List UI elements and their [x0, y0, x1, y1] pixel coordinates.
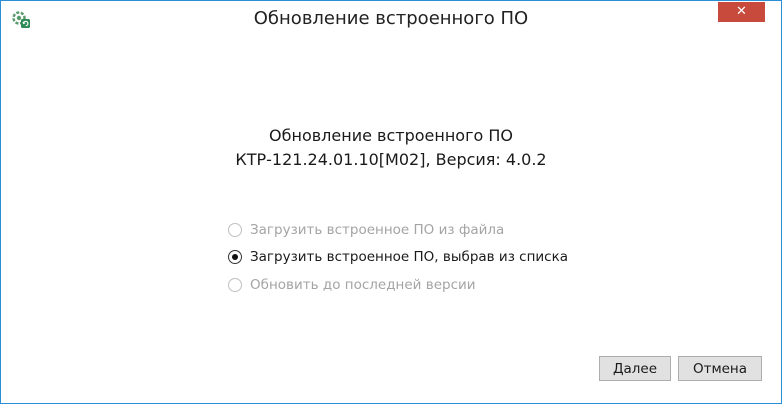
device-version: КТР-121.24.01.10[M02], Версия: 4.0.2	[235, 150, 547, 169]
next-button[interactable]: Далее	[599, 356, 671, 381]
dialog-content: Обновление встроенного ПО КТР-121.24.01.…	[1, 36, 781, 403]
close-icon: ✕	[736, 4, 747, 19]
option-label-load-from-file: Загрузить встроенное ПО из файла	[250, 222, 505, 238]
option-load-from-list[interactable]: Загрузить встроенное ПО, выбрав из списк…	[228, 248, 568, 266]
option-load-from-file[interactable]: Загрузить встроенное ПО из файла	[228, 221, 504, 239]
radio-load-from-list[interactable]	[228, 250, 242, 264]
radio-load-from-file[interactable]	[228, 223, 242, 237]
title-bar[interactable]: Обновление встроенного ПО ✕	[1, 1, 781, 36]
option-label-update-latest: Обновить до последней версии	[250, 277, 476, 293]
heading-title: Обновление встроенного ПО	[269, 126, 513, 145]
window-title: Обновление встроенного ПО	[253, 8, 529, 29]
option-update-latest[interactable]: Обновить до последней версии	[228, 276, 476, 294]
dialog-heading: Обновление встроенного ПО КТР-121.24.01.…	[1, 124, 781, 172]
close-button[interactable]: ✕	[718, 2, 765, 22]
firmware-update-window: Обновление встроенного ПО ✕ Обновление в…	[0, 0, 782, 404]
option-label-load-from-list: Загрузить встроенное ПО, выбрав из списк…	[250, 249, 569, 265]
cancel-button[interactable]: Отмена	[678, 356, 762, 381]
radio-update-latest[interactable]	[228, 278, 242, 292]
